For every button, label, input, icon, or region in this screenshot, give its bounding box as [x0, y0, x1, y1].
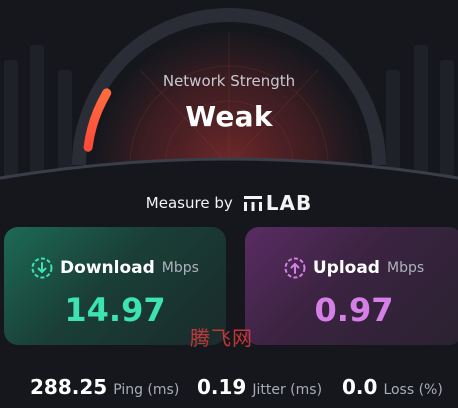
jitter-stat: 0.19 Jitter (ms) — [197, 375, 322, 399]
mlab-logo-text: LAB — [265, 191, 313, 215]
download-circle-icon — [31, 257, 53, 279]
upload-circle-icon — [284, 257, 306, 279]
download-title: Download — [60, 258, 155, 278]
mlab-logo[interactable]: LAB — [243, 191, 312, 215]
network-strength-gauge: Network Strength Weak — [0, 0, 458, 180]
upload-value: 0.97 — [314, 291, 394, 329]
download-header: Download Mbps — [4, 257, 226, 279]
ping-label: Ping (ms) — [113, 382, 180, 398]
gauge-value: Weak — [185, 100, 273, 133]
loss-value: 0.0 — [342, 375, 378, 399]
jitter-value: 0.19 — [197, 375, 247, 399]
ping-stat: 288.25 Ping (ms) — [30, 375, 179, 399]
upload-unit: Mbps — [386, 260, 425, 276]
loss-label: Loss (%) — [383, 382, 443, 398]
gauge-label: Network Strength — [162, 72, 296, 90]
measure-by-label: Measure by — [145, 194, 233, 212]
watermark-text: 腾飞网 — [190, 326, 253, 350]
upload-title: Upload — [312, 258, 380, 278]
upload-card: Upload Mbps 0.97 — [245, 227, 458, 345]
mlab-m-icon — [243, 196, 262, 211]
download-unit: Mbps — [161, 260, 199, 276]
measure-by-row: Measure by LAB — [0, 190, 458, 216]
jitter-label: Jitter (ms) — [252, 382, 323, 398]
gauge-arc-graphic — [0, 8, 458, 180]
loss-stat: 0.0 Loss (%) — [342, 375, 443, 399]
upload-header: Upload Mbps — [245, 257, 458, 279]
ping-value: 288.25 — [30, 375, 108, 399]
stats-row: 288.25 Ping (ms) 0.19 Jitter (ms) 0.0 Lo… — [0, 375, 458, 403]
